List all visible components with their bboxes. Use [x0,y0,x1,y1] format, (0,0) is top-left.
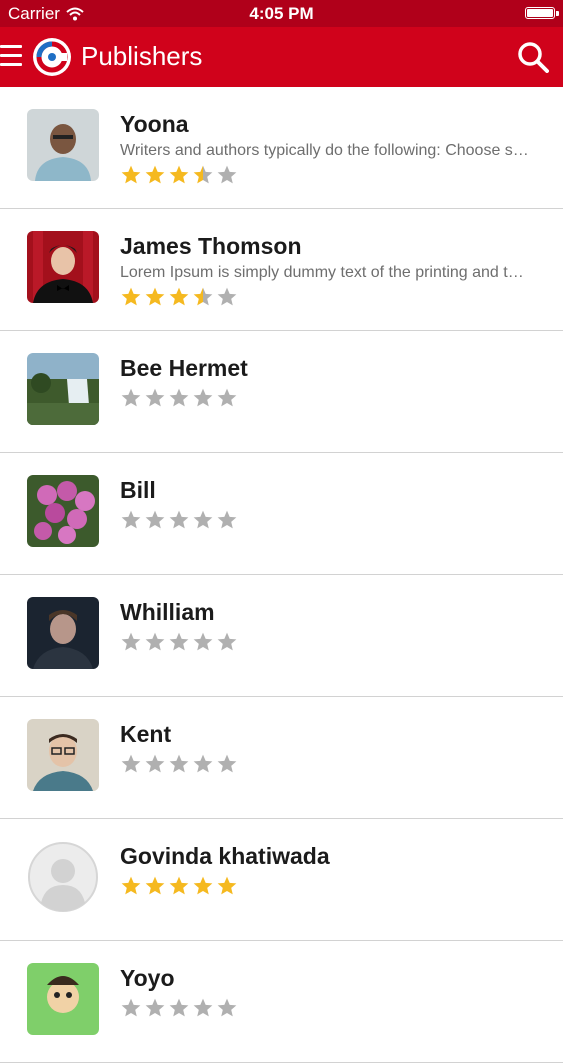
page-title: Publishers [81,41,203,71]
star-icon [169,388,189,407]
young-man-dark-photo-avatar [27,597,99,669]
star-rating [120,875,238,897]
publisher-name: Govinda khatiwada [120,843,330,869]
publisher-description: Lorem Ipsum is simply dummy text of the … [120,264,530,281]
star-rating [120,387,238,409]
star-icon [193,388,213,407]
publisher-list: Yoona Writers and authors typically do t… [0,87,563,1063]
star-icon [121,165,141,184]
star-rating [120,997,238,1019]
star-icon [193,165,213,184]
star-icon [217,165,237,184]
star-icon [193,754,213,773]
list-item[interactable]: Whilliam [0,575,563,697]
star-icon [169,165,189,184]
star-icon [145,998,165,1017]
waterfall-photo-avatar [27,353,99,425]
star-icon [121,388,141,407]
default-user-placeholder-avatar [27,841,99,913]
app-logo-icon [33,38,71,76]
navigation-bar: Publishers [0,27,563,87]
star-icon [193,287,213,306]
star-icon [121,998,141,1017]
star-rating [120,631,238,653]
publisher-name: Yoyo [120,965,175,991]
list-item[interactable]: Yoyo [0,941,563,1063]
star-icon [121,632,141,651]
star-icon [145,632,165,651]
publisher-description: Writers and authors typically do the fol… [120,142,530,159]
star-icon [121,876,141,895]
star-icon [145,287,165,306]
status-bar: Carrier 4:05 PM [0,0,563,27]
star-icon [217,632,237,651]
list-item[interactable]: Bill [0,453,563,575]
list-item[interactable]: James Thomson Lorem Ipsum is simply dumm… [0,209,563,331]
star-icon [217,754,237,773]
star-icon [169,632,189,651]
star-icon [145,165,165,184]
star-rating [120,164,238,186]
list-item[interactable]: Yoona Writers and authors typically do t… [0,87,563,209]
star-icon [217,287,237,306]
battery-icon [525,7,559,19]
star-icon [121,510,141,529]
publisher-name: Bee Hermet [120,355,248,381]
star-icon [121,754,141,773]
star-rating [120,286,238,308]
star-icon [169,287,189,306]
publisher-name: James Thomson [120,233,302,259]
star-icon [193,876,213,895]
man-glasses-photo-avatar [27,109,99,181]
list-item[interactable]: Kent [0,697,563,819]
pink-roses-photo-avatar [27,475,99,547]
status-time: 4:05 PM [249,4,314,23]
publisher-name: Whilliam [120,599,215,625]
list-item[interactable]: Govinda khatiwada [0,819,563,941]
star-icon [169,876,189,895]
publisher-name: Bill [120,477,156,503]
man-glasses-portrait-photo-avatar [27,719,99,791]
star-rating [120,753,238,775]
man-red-backdrop-photo-avatar [27,231,99,303]
star-icon [169,754,189,773]
star-icon [145,510,165,529]
publisher-name: Yoona [120,111,189,137]
star-icon [145,876,165,895]
star-icon [193,998,213,1017]
star-icon [145,388,165,407]
list-item[interactable]: Bee Hermet [0,331,563,453]
star-icon [217,510,237,529]
star-icon [193,510,213,529]
star-icon [169,510,189,529]
star-icon [217,876,237,895]
star-icon [217,998,237,1017]
hamburger-menu-icon[interactable] [0,45,22,69]
star-rating [120,509,238,531]
star-icon [217,388,237,407]
star-icon [121,287,141,306]
star-icon [169,998,189,1017]
star-icon [193,632,213,651]
search-icon[interactable] [517,41,549,73]
publisher-name: Kent [120,721,172,747]
cartoon-character-photo-avatar [27,963,99,1035]
star-icon [145,754,165,773]
